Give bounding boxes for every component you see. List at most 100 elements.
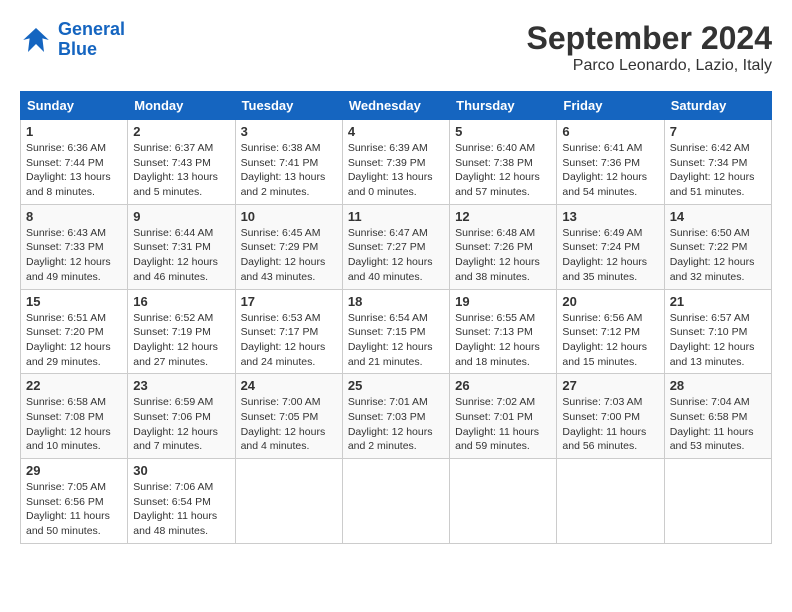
day-number: 14 xyxy=(670,209,766,224)
day-number: 30 xyxy=(133,463,229,478)
day-info: Sunrise: 6:49 AM Sunset: 7:24 PM Dayligh… xyxy=(562,226,658,285)
day-info: Sunrise: 7:04 AM Sunset: 6:58 PM Dayligh… xyxy=(670,395,766,454)
calendar-week-row: 29 Sunrise: 7:05 AM Sunset: 6:56 PM Dayli… xyxy=(21,459,772,544)
empty-day-cell xyxy=(235,459,342,544)
day-info: Sunrise: 6:50 AM Sunset: 7:22 PM Dayligh… xyxy=(670,226,766,285)
day-info: Sunrise: 6:57 AM Sunset: 7:10 PM Dayligh… xyxy=(670,311,766,370)
day-cell: 9 Sunrise: 6:44 AM Sunset: 7:31 PM Daylig… xyxy=(128,204,235,289)
calendar-week-row: 15 Sunrise: 6:51 AM Sunset: 7:20 PM Dayli… xyxy=(21,289,772,374)
day-number: 5 xyxy=(455,124,551,139)
day-number: 13 xyxy=(562,209,658,224)
day-info: Sunrise: 7:06 AM Sunset: 6:54 PM Dayligh… xyxy=(133,480,229,539)
day-header-monday: Monday xyxy=(128,92,235,120)
day-info: Sunrise: 7:05 AM Sunset: 6:56 PM Dayligh… xyxy=(26,480,122,539)
day-number: 19 xyxy=(455,294,551,309)
calendar-table: SundayMondayTuesdayWednesdayThursdayFrid… xyxy=(20,91,772,544)
day-number: 28 xyxy=(670,378,766,393)
day-number: 17 xyxy=(241,294,337,309)
day-cell: 11 Sunrise: 6:47 AM Sunset: 7:27 PM Dayli… xyxy=(342,204,449,289)
day-info: Sunrise: 6:47 AM Sunset: 7:27 PM Dayligh… xyxy=(348,226,444,285)
day-header-tuesday: Tuesday xyxy=(235,92,342,120)
day-info: Sunrise: 6:45 AM Sunset: 7:29 PM Dayligh… xyxy=(241,226,337,285)
day-number: 9 xyxy=(133,209,229,224)
day-cell: 28 Sunrise: 7:04 AM Sunset: 6:58 PM Dayli… xyxy=(664,374,771,459)
day-cell: 29 Sunrise: 7:05 AM Sunset: 6:56 PM Dayli… xyxy=(21,459,128,544)
day-info: Sunrise: 6:55 AM Sunset: 7:13 PM Dayligh… xyxy=(455,311,551,370)
day-info: Sunrise: 6:53 AM Sunset: 7:17 PM Dayligh… xyxy=(241,311,337,370)
day-info: Sunrise: 6:56 AM Sunset: 7:12 PM Dayligh… xyxy=(562,311,658,370)
day-cell: 7 Sunrise: 6:42 AM Sunset: 7:34 PM Daylig… xyxy=(664,120,771,205)
day-info: Sunrise: 6:37 AM Sunset: 7:43 PM Dayligh… xyxy=(133,141,229,200)
day-info: Sunrise: 7:00 AM Sunset: 7:05 PM Dayligh… xyxy=(241,395,337,454)
day-cell: 10 Sunrise: 6:45 AM Sunset: 7:29 PM Dayli… xyxy=(235,204,342,289)
day-number: 20 xyxy=(562,294,658,309)
day-number: 18 xyxy=(348,294,444,309)
day-number: 1 xyxy=(26,124,122,139)
day-cell: 18Sunrise: 6:54 AM Sunset: 7:15 PM Dayli… xyxy=(342,289,449,374)
day-cell: 25 Sunrise: 7:01 AM Sunset: 7:03 PM Dayli… xyxy=(342,374,449,459)
day-number: 22 xyxy=(26,378,122,393)
day-number: 2 xyxy=(133,124,229,139)
day-info: Sunrise: 6:44 AM Sunset: 7:31 PM Dayligh… xyxy=(133,226,229,285)
day-number: 4 xyxy=(348,124,444,139)
day-cell: 17 Sunrise: 6:53 AM Sunset: 7:17 PM Dayli… xyxy=(235,289,342,374)
day-header-saturday: Saturday xyxy=(664,92,771,120)
day-info: Sunrise: 6:41 AM Sunset: 7:36 PM Dayligh… xyxy=(562,141,658,200)
day-cell: 8Sunrise: 6:43 AM Sunset: 7:33 PM Daylig… xyxy=(21,204,128,289)
day-cell: 22 Sunrise: 6:58 AM Sunset: 7:08 PM Dayli… xyxy=(21,374,128,459)
day-header-thursday: Thursday xyxy=(450,92,557,120)
day-cell: 27Sunrise: 7:03 AM Sunset: 7:00 PM Dayli… xyxy=(557,374,664,459)
day-number: 16 xyxy=(133,294,229,309)
day-number: 11 xyxy=(348,209,444,224)
calendar-header-row: SundayMondayTuesdayWednesdayThursdayFrid… xyxy=(21,92,772,120)
empty-day-cell xyxy=(450,459,557,544)
day-cell: 20 Sunrise: 6:56 AM Sunset: 7:12 PM Dayli… xyxy=(557,289,664,374)
day-number: 12 xyxy=(455,209,551,224)
day-info: Sunrise: 6:39 AM Sunset: 7:39 PM Dayligh… xyxy=(348,141,444,200)
day-cell: 24 Sunrise: 7:00 AM Sunset: 7:05 PM Dayli… xyxy=(235,374,342,459)
day-cell: 5 Sunrise: 6:40 AM Sunset: 7:38 PM Daylig… xyxy=(450,120,557,205)
day-info: Sunrise: 6:48 AM Sunset: 7:26 PM Dayligh… xyxy=(455,226,551,285)
page-header: General Blue September 2024 Parco Leonar… xyxy=(20,20,772,75)
day-cell: 12 Sunrise: 6:48 AM Sunset: 7:26 PM Dayli… xyxy=(450,204,557,289)
day-cell: 6 Sunrise: 6:41 AM Sunset: 7:36 PM Daylig… xyxy=(557,120,664,205)
day-cell: 13 Sunrise: 6:49 AM Sunset: 7:24 PM Dayli… xyxy=(557,204,664,289)
day-info: Sunrise: 6:36 AM Sunset: 7:44 PM Dayligh… xyxy=(26,141,122,200)
calendar-subtitle: Parco Leonardo, Lazio, Italy xyxy=(527,57,772,75)
day-number: 26 xyxy=(455,378,551,393)
title-block: September 2024 Parco Leonardo, Lazio, It… xyxy=(527,20,772,75)
day-info: Sunrise: 7:01 AM Sunset: 7:03 PM Dayligh… xyxy=(348,395,444,454)
day-header-sunday: Sunday xyxy=(21,92,128,120)
calendar-week-row: 22 Sunrise: 6:58 AM Sunset: 7:08 PM Dayli… xyxy=(21,374,772,459)
day-cell: 26 Sunrise: 7:02 AM Sunset: 7:01 PM Dayli… xyxy=(450,374,557,459)
day-info: Sunrise: 6:40 AM Sunset: 7:38 PM Dayligh… xyxy=(455,141,551,200)
day-header-friday: Friday xyxy=(557,92,664,120)
calendar-title: September 2024 xyxy=(527,20,772,57)
day-cell: 23Sunrise: 6:59 AM Sunset: 7:06 PM Dayli… xyxy=(128,374,235,459)
day-number: 10 xyxy=(241,209,337,224)
day-info: Sunrise: 6:38 AM Sunset: 7:41 PM Dayligh… xyxy=(241,141,337,200)
logo-icon xyxy=(20,24,52,56)
day-number: 3 xyxy=(241,124,337,139)
day-cell: 1 Sunrise: 6:36 AM Sunset: 7:44 PM Daylig… xyxy=(21,120,128,205)
day-info: Sunrise: 6:42 AM Sunset: 7:34 PM Dayligh… xyxy=(670,141,766,200)
day-cell: 4 Sunrise: 6:39 AM Sunset: 7:39 PM Daylig… xyxy=(342,120,449,205)
day-number: 8 xyxy=(26,209,122,224)
day-number: 25 xyxy=(348,378,444,393)
day-number: 6 xyxy=(562,124,658,139)
day-cell: 2 Sunrise: 6:37 AM Sunset: 7:43 PM Daylig… xyxy=(128,120,235,205)
day-header-wednesday: Wednesday xyxy=(342,92,449,120)
day-info: Sunrise: 6:51 AM Sunset: 7:20 PM Dayligh… xyxy=(26,311,122,370)
day-cell: 3 Sunrise: 6:38 AM Sunset: 7:41 PM Daylig… xyxy=(235,120,342,205)
day-info: Sunrise: 7:02 AM Sunset: 7:01 PM Dayligh… xyxy=(455,395,551,454)
day-info: Sunrise: 6:52 AM Sunset: 7:19 PM Dayligh… xyxy=(133,311,229,370)
day-number: 7 xyxy=(670,124,766,139)
calendar-week-row: 8Sunrise: 6:43 AM Sunset: 7:33 PM Daylig… xyxy=(21,204,772,289)
day-number: 29 xyxy=(26,463,122,478)
day-info: Sunrise: 6:58 AM Sunset: 7:08 PM Dayligh… xyxy=(26,395,122,454)
day-number: 24 xyxy=(241,378,337,393)
day-cell: 16 Sunrise: 6:52 AM Sunset: 7:19 PM Dayli… xyxy=(128,289,235,374)
day-number: 21 xyxy=(670,294,766,309)
day-number: 15 xyxy=(26,294,122,309)
day-cell: 19 Sunrise: 6:55 AM Sunset: 7:13 PM Dayli… xyxy=(450,289,557,374)
